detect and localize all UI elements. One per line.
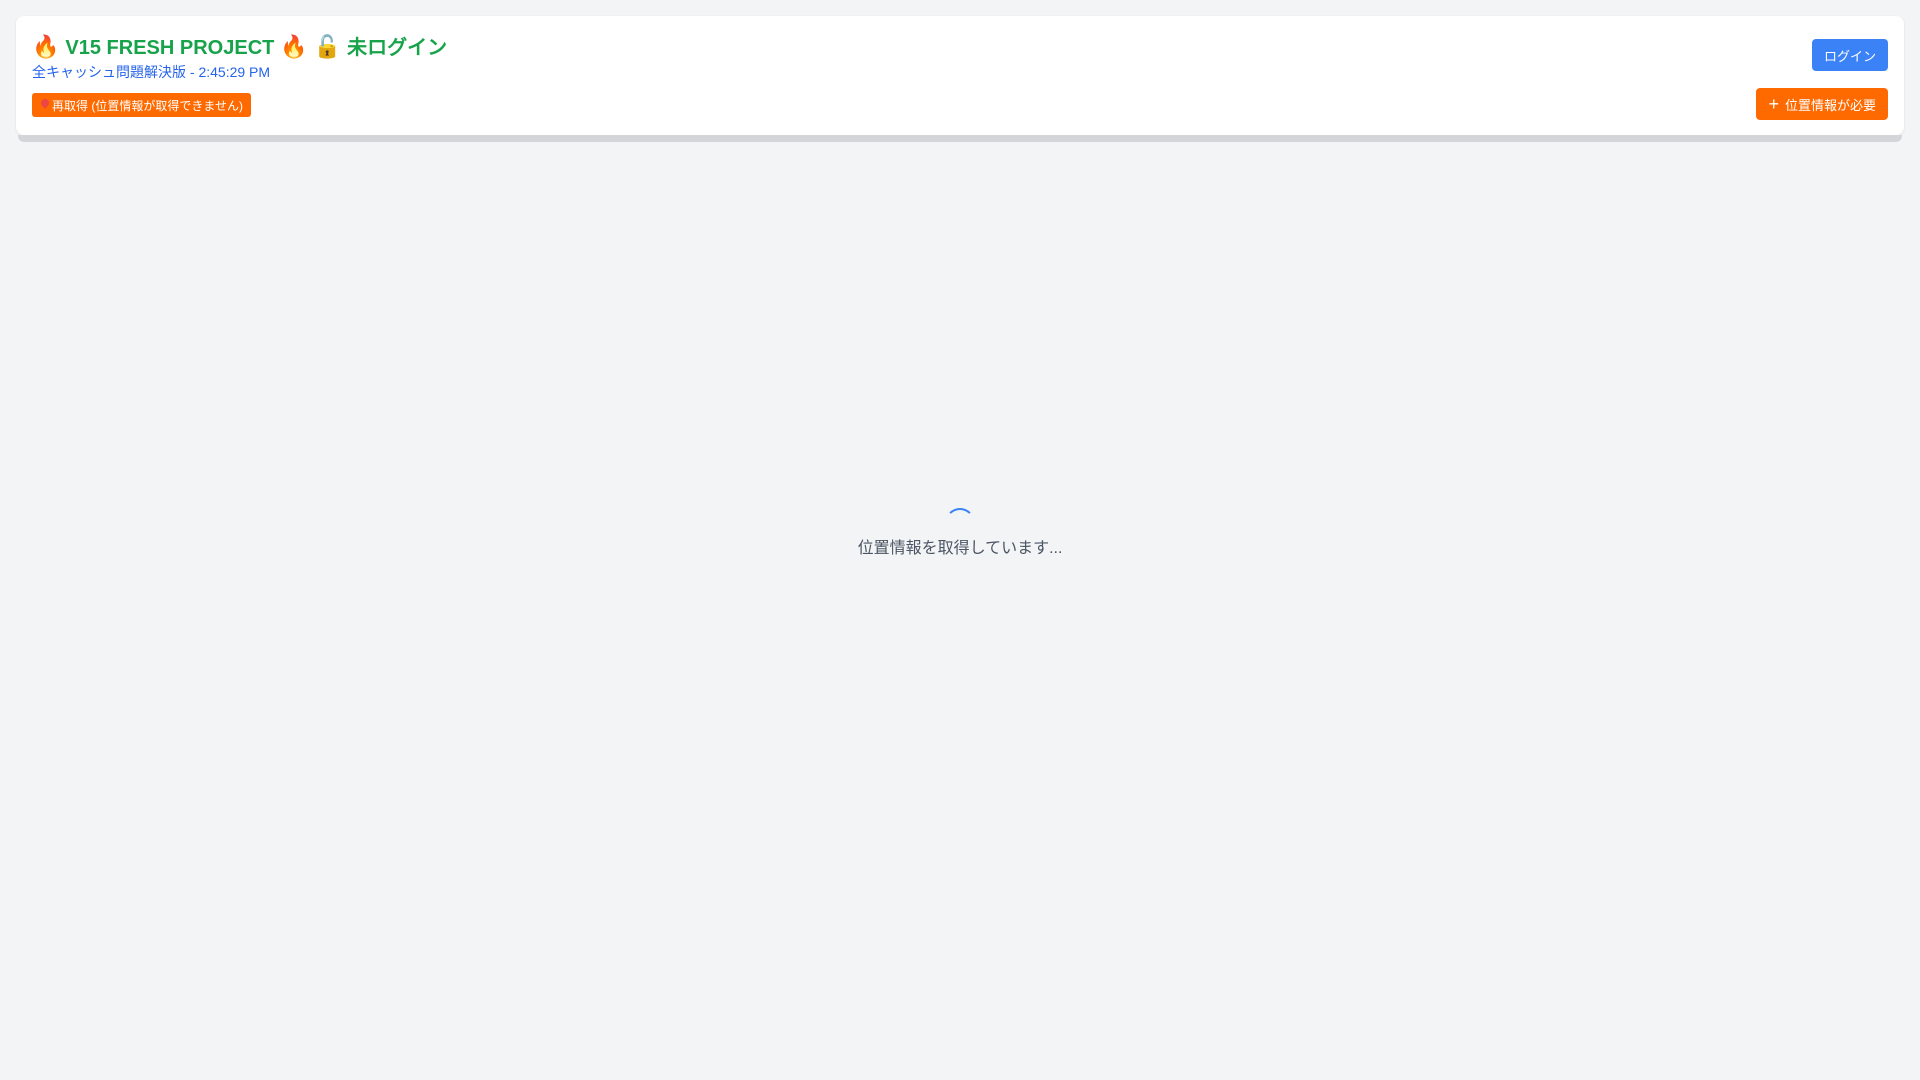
loading-spinner-icon <box>945 508 975 538</box>
location-needed-label: 位置情報が必要 <box>1784 97 1876 113</box>
login-status: 未ログイン <box>347 37 448 59</box>
header-divider <box>18 135 1902 142</box>
version-subtitle: 全キャッシュ問題解決版 - 2:45:29 PM <box>32 64 271 80</box>
refetch-location-button[interactable]: 再取得 (位置情報が取得できません) <box>32 93 251 117</box>
unlock-icon: 🔓 <box>313 35 342 60</box>
header-card: 🔥 V15 FRESH PROJECT 🔥 🔓 未ログイン 全キャッシュ問題解決… <box>16 16 1904 135</box>
app-title: V15 FRESH PROJECT <box>65 37 275 59</box>
loading-area: 位置情報を取得しています... <box>0 500 1920 560</box>
flame-icon: 🔥 <box>32 35 60 60</box>
title-row: 🔥 V15 FRESH PROJECT 🔥 🔓 未ログイン <box>32 32 447 64</box>
location-needed-button[interactable]: + 位置情報が必要 <box>1756 88 1888 120</box>
map-pin-icon <box>40 99 50 111</box>
plus-icon: + <box>1768 94 1779 114</box>
flame-icon: 🔥 <box>280 35 308 60</box>
refetch-label: 再取得 (位置情報が取得できません) <box>52 98 243 113</box>
login-button[interactable]: ログイン <box>1811 39 1888 71</box>
loading-message: 位置情報を取得しています... <box>857 540 1063 557</box>
